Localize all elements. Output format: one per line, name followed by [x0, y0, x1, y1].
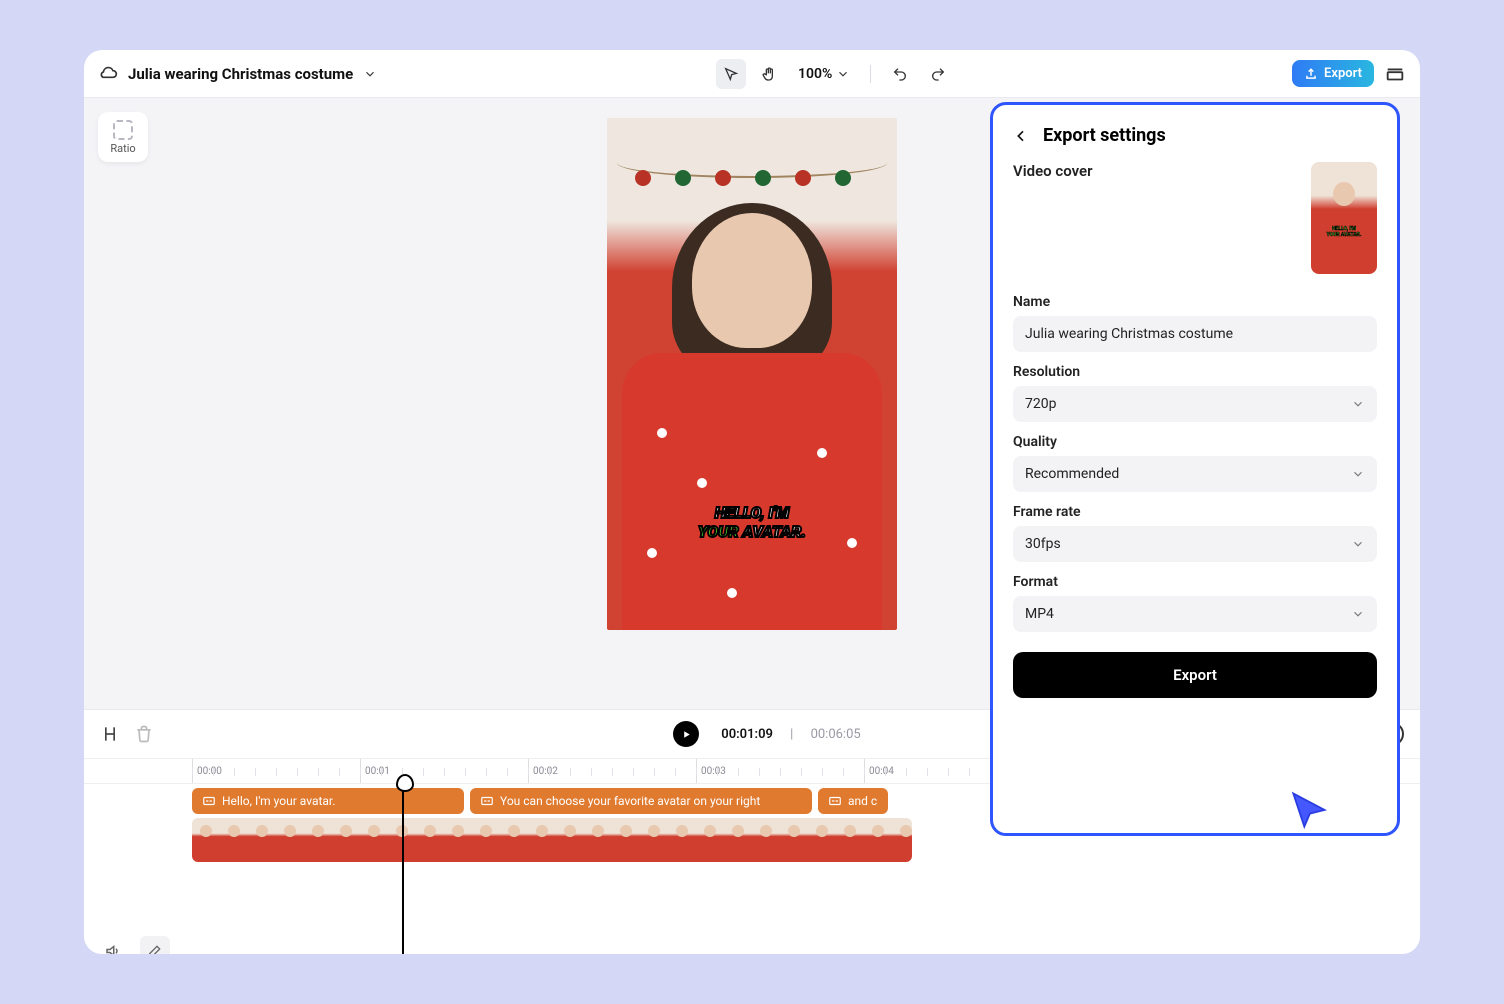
current-time: 00:01:09: [721, 727, 773, 742]
play-button[interactable]: [673, 721, 699, 747]
caption-line2-your: YOUR: [698, 522, 739, 541]
resolution-select[interactable]: 720p: [1013, 386, 1377, 422]
export-button[interactable]: Export: [1292, 60, 1374, 87]
panels-icon[interactable]: [1384, 63, 1406, 85]
duration: 00:06:05: [811, 727, 861, 742]
video-cover-label: Video cover: [1013, 162, 1092, 180]
caption-clip[interactable]: Hello, I'm your avatar.: [192, 788, 464, 814]
audio-icon[interactable]: [98, 936, 128, 954]
back-button[interactable]: [1013, 128, 1029, 144]
ratio-label: Ratio: [110, 142, 135, 155]
caption-icon: [828, 794, 842, 808]
format-select[interactable]: MP4: [1013, 596, 1377, 632]
project-title: Julia wearing Christmas costume: [128, 65, 353, 83]
resolution-label: Resolution: [1013, 364, 1377, 380]
cursor-indicator-icon: [1286, 788, 1330, 832]
caption-clip[interactable]: and c: [818, 788, 888, 814]
caption-line1: HELLO, I'M: [698, 503, 806, 522]
export-panel-title: Export settings: [1043, 125, 1166, 146]
ratio-icon: [113, 120, 133, 140]
cursor-tool[interactable]: [716, 59, 746, 89]
chevron-down-icon: [836, 67, 850, 81]
undo-button[interactable]: [885, 59, 915, 89]
playhead[interactable]: [402, 784, 404, 954]
redo-button[interactable]: [923, 59, 953, 89]
caption-text: Hello, I'm your avatar.: [222, 794, 335, 808]
edit-icon[interactable]: [140, 936, 170, 954]
chevron-down-icon: [1351, 607, 1365, 621]
hand-tool[interactable]: [754, 59, 784, 89]
split-icon[interactable]: [100, 724, 120, 744]
trash-icon[interactable]: [134, 724, 154, 744]
upload-icon: [1304, 67, 1318, 81]
video-preview[interactable]: HELLO, I'M YOUR AVATAR.: [607, 118, 897, 630]
format-label: Format: [1013, 574, 1377, 590]
caption-text: and c: [848, 794, 877, 808]
quality-select[interactable]: Recommended: [1013, 456, 1377, 492]
framerate-select[interactable]: 30fps: [1013, 526, 1377, 562]
caption-icon: [480, 794, 494, 808]
caption-icon: [202, 794, 216, 808]
name-label: Name: [1013, 294, 1377, 310]
export-label: Export: [1324, 66, 1362, 81]
caption-clip[interactable]: You can choose your favorite avatar on y…: [470, 788, 812, 814]
caption-line2-avatar: AVATAR.: [739, 522, 806, 541]
framerate-label: Frame rate: [1013, 504, 1377, 520]
ratio-tool[interactable]: Ratio: [98, 112, 148, 162]
zoom-level[interactable]: 100%: [792, 66, 856, 82]
chevron-down-icon: [1351, 537, 1365, 551]
chevron-down-icon: [1351, 467, 1365, 481]
chevron-down-icon: [1351, 397, 1365, 411]
video-clip[interactable]: [192, 818, 912, 862]
cloud-icon: [98, 64, 118, 84]
zoom-value: 100%: [798, 66, 832, 82]
caption-text: You can choose your favorite avatar on y…: [500, 794, 760, 808]
project-dropdown-icon[interactable]: [363, 67, 377, 81]
export-settings-panel: Export settings Video cover HELLO, I'MYO…: [990, 102, 1400, 836]
quality-label: Quality: [1013, 434, 1377, 450]
duration-sep: |: [787, 727, 797, 742]
export-confirm-button[interactable]: Export: [1013, 652, 1377, 698]
name-input[interactable]: Julia wearing Christmas costume: [1013, 316, 1377, 352]
preview-caption: HELLO, I'M YOUR AVATAR.: [698, 503, 806, 541]
video-cover-thumbnail[interactable]: HELLO, I'MYOUR AVATAR.: [1311, 162, 1377, 274]
